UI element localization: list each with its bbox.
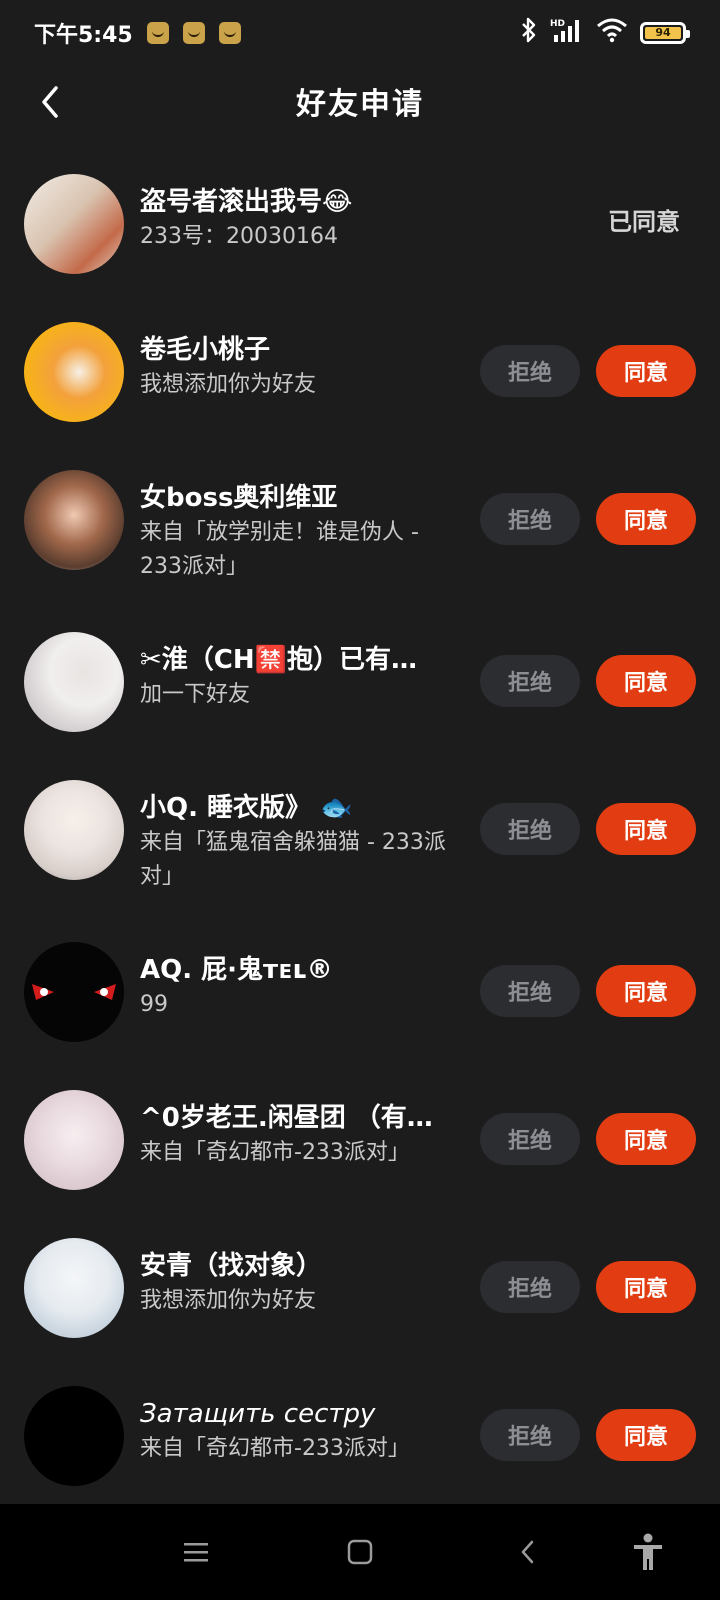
reject-button[interactable]: 拒绝 (480, 1409, 580, 1461)
request-info: 安青（找对象） 我想添加你为好友 (140, 1238, 458, 1318)
request-info: ^0岁老王.闲昼团 （有… 来自「奇幻都市-233派对」 (140, 1090, 458, 1170)
request-info: Затащить сестру 来自「奇幻都市-233派对」 (140, 1386, 458, 1466)
requester-name: ✂淮（CH🈲抱）已有… (140, 645, 417, 675)
avatar[interactable] (24, 470, 124, 570)
bluetooth-icon (520, 17, 538, 49)
friend-request-row: Затащить сестру 来自「奇幻都市-233派对」 拒绝 同意 (0, 1364, 720, 1512)
menu-button[interactable] (176, 1532, 216, 1572)
request-info: 女boss奥利维亚 来自「放学别走！谁是伪人 - 233派对」 (140, 470, 458, 584)
battery-level: 94 (645, 27, 681, 39)
reject-button[interactable]: 拒绝 (480, 1113, 580, 1165)
status-time: 下午5:45 (34, 23, 133, 48)
accept-button[interactable]: 同意 (596, 1113, 696, 1165)
requester-name: 安青（找对象） (140, 1251, 323, 1281)
accept-button[interactable]: 同意 (596, 493, 696, 545)
request-actions: 拒绝 同意 (480, 1409, 696, 1461)
request-actions: 拒绝 同意 (480, 655, 696, 707)
avatar[interactable] (24, 632, 124, 732)
requester-name: ^0岁老王.闲昼团 （有… (140, 1103, 433, 1133)
status-bar: 下午5:45 HD 94 (0, 0, 720, 66)
friend-request-row: 盗号者滚出我号😂 233号：20030164 已同意 (0, 152, 720, 300)
request-message: 我想添加你为好友 (140, 1288, 317, 1313)
request-message: 加一下好友 (140, 682, 251, 707)
friend-request-row: 卷毛小桃子 我想添加你为好友 拒绝 同意 (0, 300, 720, 448)
red-eyes-icon (32, 984, 116, 1000)
reject-button[interactable]: 拒绝 (480, 345, 580, 397)
friend-request-row: 小Q. 睡衣版》 🐟 来自「猛鬼宿舍躲猫猫 - 233派对」 拒绝 同意 (0, 758, 720, 920)
requester-name: 小Q. 睡衣版》 🐟 (140, 793, 353, 823)
reject-button[interactable]: 拒绝 (480, 493, 580, 545)
reject-button[interactable]: 拒绝 (480, 1261, 580, 1313)
accept-button[interactable]: 同意 (596, 345, 696, 397)
back-icon (521, 1540, 534, 1564)
requester-name: AQ. 屁·鬼ᴛᴇʟ® (140, 955, 333, 985)
avatar[interactable] (24, 1386, 124, 1486)
request-source: 来自「奇幻都市-233派对」 (140, 1436, 410, 1461)
accessibility-button[interactable] (628, 1532, 668, 1572)
status-left: 下午5:45 (34, 17, 241, 49)
accept-button[interactable]: 同意 (596, 1261, 696, 1313)
navigation-bar (0, 1504, 720, 1600)
request-actions: 拒绝 同意 (480, 493, 696, 545)
avatar[interactable] (24, 942, 124, 1042)
requester-name: 卷毛小桃子 (140, 335, 271, 365)
chevron-left-icon (42, 86, 58, 118)
page-title: 好友申请 (296, 87, 424, 122)
request-source: 来自「猛鬼宿舍躲猫猫 - 233派对」 (140, 830, 446, 889)
accept-button[interactable]: 同意 (596, 1409, 696, 1461)
request-actions: 拒绝 同意 (480, 345, 696, 397)
request-info: ✂淮（CH🈲抱）已有… 加一下好友 (140, 632, 458, 712)
requester-name: 女boss奥利维亚 (140, 483, 338, 513)
reject-button[interactable]: 拒绝 (480, 655, 580, 707)
request-actions: 拒绝 同意 (480, 803, 696, 855)
accessibility-icon (634, 1533, 662, 1570)
accept-button[interactable]: 同意 (596, 803, 696, 855)
request-source: 来自「奇幻都市-233派对」 (140, 1140, 410, 1165)
menu-icon (184, 1543, 208, 1562)
friend-request-row: 女boss奥利维亚 来自「放学别走！谁是伪人 - 233派对」 拒绝 同意 (0, 448, 720, 610)
requester-name: 盗号者滚出我号😂 (140, 187, 353, 217)
app-notification-icon (182, 22, 205, 44)
back-button[interactable] (30, 82, 70, 122)
request-actions: 拒绝 同意 (480, 1261, 696, 1313)
status-right: HD 94 (520, 17, 690, 49)
request-message: 99 (140, 992, 168, 1017)
request-info: 小Q. 睡衣版》 🐟 来自「猛鬼宿舍躲猫猫 - 233派对」 (140, 780, 458, 894)
requester-id: 233号：20030164 (140, 224, 338, 249)
friend-request-row: 安青（找对象） 我想添加你为好友 拒绝 同意 (0, 1216, 720, 1364)
battery-icon: 94 (640, 22, 690, 44)
home-button[interactable] (340, 1532, 380, 1572)
friend-request-list: 盗号者滚出我号😂 233号：20030164 已同意 卷毛小桃子 我想添加你为好… (0, 152, 720, 1512)
avatar[interactable] (24, 780, 124, 880)
requester-name: Затащить сестру (140, 1399, 376, 1429)
reject-button[interactable]: 拒绝 (480, 803, 580, 855)
friend-request-row: ✂淮（CH🈲抱）已有… 加一下好友 拒绝 同意 (0, 610, 720, 758)
hd-signal-icon: HD (550, 17, 584, 49)
avatar[interactable] (24, 1238, 124, 1338)
home-square-icon (347, 1539, 373, 1565)
app-notification-icon (146, 22, 169, 44)
accept-button[interactable]: 同意 (596, 965, 696, 1017)
request-message: 我想添加你为好友 (140, 372, 317, 397)
request-source: 来自「放学别走！谁是伪人 - 233派对」 (140, 520, 419, 579)
nav-back-button[interactable] (508, 1532, 548, 1572)
wifi-icon (596, 17, 628, 49)
avatar[interactable] (24, 322, 124, 422)
avatar[interactable] (24, 1090, 124, 1190)
accept-button[interactable]: 同意 (596, 655, 696, 707)
header: 好友申请 (0, 66, 720, 136)
friend-request-row: ^0岁老王.闲昼团 （有… 来自「奇幻都市-233派对」 拒绝 同意 (0, 1068, 720, 1216)
request-info: AQ. 屁·鬼ᴛᴇʟ® 99 (140, 942, 458, 1022)
svg-text:HD: HD (550, 19, 565, 29)
friend-request-row: AQ. 屁·鬼ᴛᴇʟ® 99 拒绝 同意 (0, 920, 720, 1068)
app-notification-icon (218, 22, 241, 44)
request-info: 盗号者滚出我号😂 233号：20030164 (140, 174, 458, 254)
request-actions: 拒绝 同意 (480, 1113, 696, 1165)
avatar[interactable] (24, 174, 124, 274)
agreed-status: 已同意 (608, 208, 680, 236)
reject-button[interactable]: 拒绝 (480, 965, 580, 1017)
request-actions: 拒绝 同意 (480, 965, 696, 1017)
request-info: 卷毛小桃子 我想添加你为好友 (140, 322, 458, 402)
